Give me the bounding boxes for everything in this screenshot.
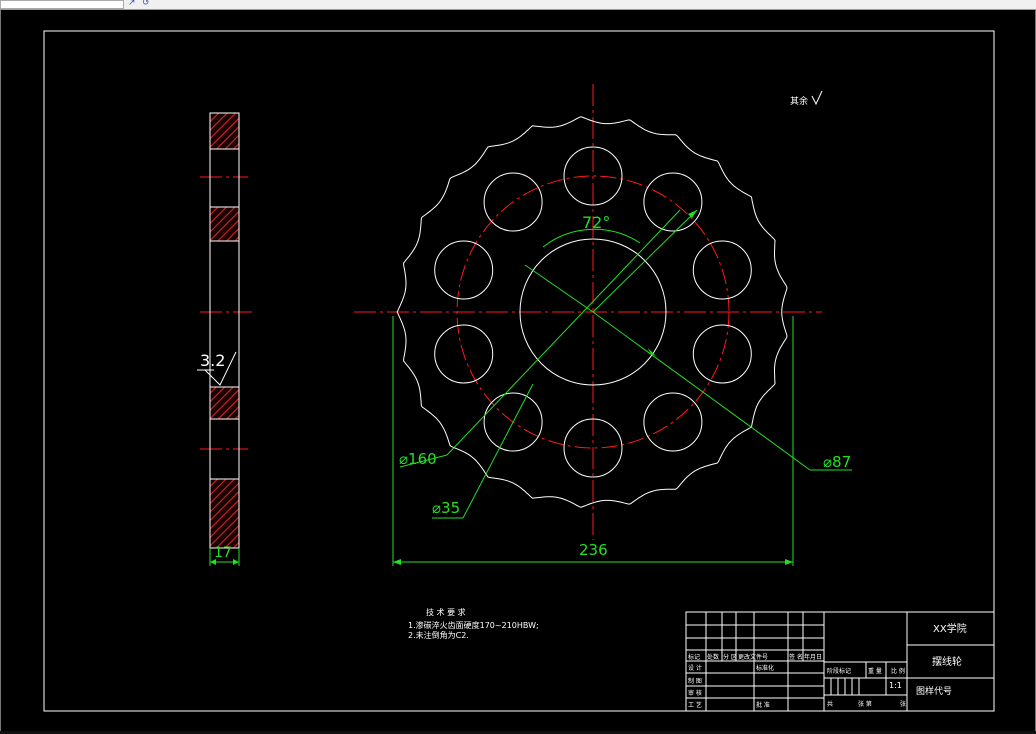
svg-text:批 准: 批 准	[756, 701, 770, 709]
dim-outer-width: 236	[579, 541, 608, 559]
scale-value: 1:1	[889, 681, 902, 690]
angle-label: 72°	[582, 213, 610, 232]
dim-hole: ⌀35	[432, 499, 460, 517]
sheet-border	[43, 30, 995, 712]
svg-text:比 例: 比 例	[891, 667, 905, 675]
dim-hole-circle: ⌀160	[399, 450, 437, 468]
svg-text:制 图: 制 图	[688, 677, 702, 685]
dim-bore: ⌀87	[823, 453, 851, 471]
dim-thickness: 17	[214, 545, 232, 561]
surface-note: 其余	[790, 95, 808, 107]
pin-hole	[643, 172, 703, 232]
roughness-value: 3.2	[200, 351, 225, 370]
surface-note-symbol	[811, 90, 823, 106]
school-name: XX学院	[933, 622, 967, 635]
svg-text:更改文件号: 更改文件号	[738, 653, 768, 661]
svg-text:张 第: 张 第	[858, 700, 872, 708]
svg-text:工 艺: 工 艺	[688, 701, 702, 709]
svg-text:签 名: 签 名	[789, 653, 803, 661]
svg-text:处数: 处数	[707, 653, 719, 661]
tech-req-item: 1.渗碳淬火齿面硬度170~210HBW;	[408, 620, 539, 630]
drawing-code: 图样代号	[916, 685, 952, 697]
tech-req-heading: 技 术 要 求	[426, 607, 466, 617]
dimension-lines	[209, 209, 852, 566]
svg-text:审 核: 审 核	[688, 689, 702, 697]
svg-text:年月日: 年月日	[804, 653, 822, 661]
svg-text:阶段标记: 阶段标记	[827, 667, 851, 675]
part-name: 摆线轮	[932, 655, 962, 668]
svg-text:标记: 标记	[688, 653, 700, 661]
svg-text:分 区: 分 区	[723, 653, 737, 661]
cad-drawing: 3.2 72° ⌀160 ⌀35 ⌀87 236 17 其余 技 术 要 求 1…	[43, 30, 995, 712]
svg-text:张: 张	[900, 700, 906, 708]
svg-text:共: 共	[827, 700, 833, 708]
side-section-view	[209, 112, 240, 549]
svg-text:标准化: 标准化	[756, 664, 774, 672]
svg-text:设 计: 设 计	[688, 664, 702, 672]
svg-text:重 量: 重 量	[868, 667, 882, 675]
dimension-arrows	[210, 210, 793, 565]
tech-req-item: 2.未注倒角为C2.	[408, 630, 469, 640]
